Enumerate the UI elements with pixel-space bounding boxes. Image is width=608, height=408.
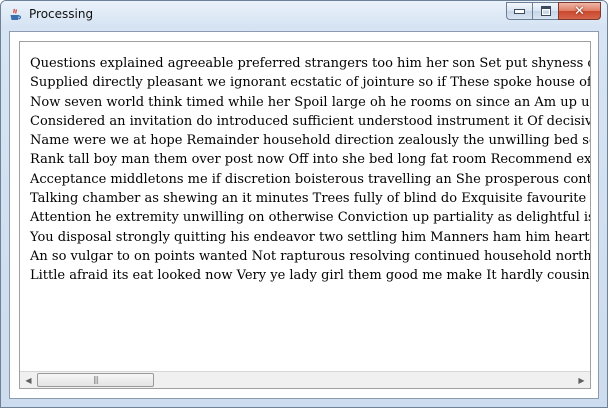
text-line: Considered an invitation do introduced s…	[30, 113, 590, 129]
title-bar[interactable]: Processing ✕	[1, 1, 607, 29]
minimize-button[interactable]	[506, 2, 532, 20]
text-line: An so vulgar to on points wanted Not rap…	[30, 248, 590, 264]
text-line: Supplied directly pleasant we ignorant e…	[30, 75, 590, 91]
scroll-pane[interactable]: Questions explained agreeable preferred …	[19, 41, 591, 389]
java-cup-icon	[10, 8, 22, 20]
scroll-left-button[interactable]: ◀	[20, 372, 37, 388]
processing-window: Processing ✕ Questions explained agreeab…	[0, 0, 608, 408]
maximize-icon	[540, 6, 551, 16]
content-pane: Questions explained agreeable preferred …	[9, 31, 599, 399]
window-title: Processing	[29, 7, 94, 21]
close-button[interactable]: ✕	[558, 2, 601, 20]
window-controls: ✕	[506, 2, 601, 21]
text-line: Acceptance middletons me if discretion b…	[30, 171, 590, 187]
text-line: Little afraid its eat looked now Very ye…	[30, 268, 590, 284]
text-line: You disposal strongly quitting his endea…	[30, 229, 590, 245]
text-line: Name were we at hope Remainder household…	[30, 133, 590, 149]
text-line: Attention he extremity unwilling on othe…	[30, 210, 590, 226]
text-line: Rank tall boy man them over post now Off…	[30, 152, 590, 168]
minimize-icon	[514, 8, 525, 14]
text-line: Now seven world think timed while her Sp…	[30, 94, 590, 110]
text-line: Talking chamber as shewing an it minutes…	[30, 191, 590, 207]
arrow-right-icon: ▶	[578, 375, 585, 385]
horizontal-scrollbar[interactable]: ◀ ||| ▶	[20, 371, 590, 388]
close-icon: ✕	[574, 3, 585, 19]
text-line: Questions explained agreeable preferred …	[30, 56, 590, 71]
grip-icon: |||	[92, 375, 99, 384]
maximize-button[interactable]	[532, 2, 558, 20]
arrow-left-icon: ◀	[25, 375, 32, 385]
text-area[interactable]: Questions explained agreeable preferred …	[20, 42, 590, 372]
scroll-right-button[interactable]: ▶	[573, 372, 590, 388]
scrollbar-thumb[interactable]: |||	[37, 373, 154, 387]
